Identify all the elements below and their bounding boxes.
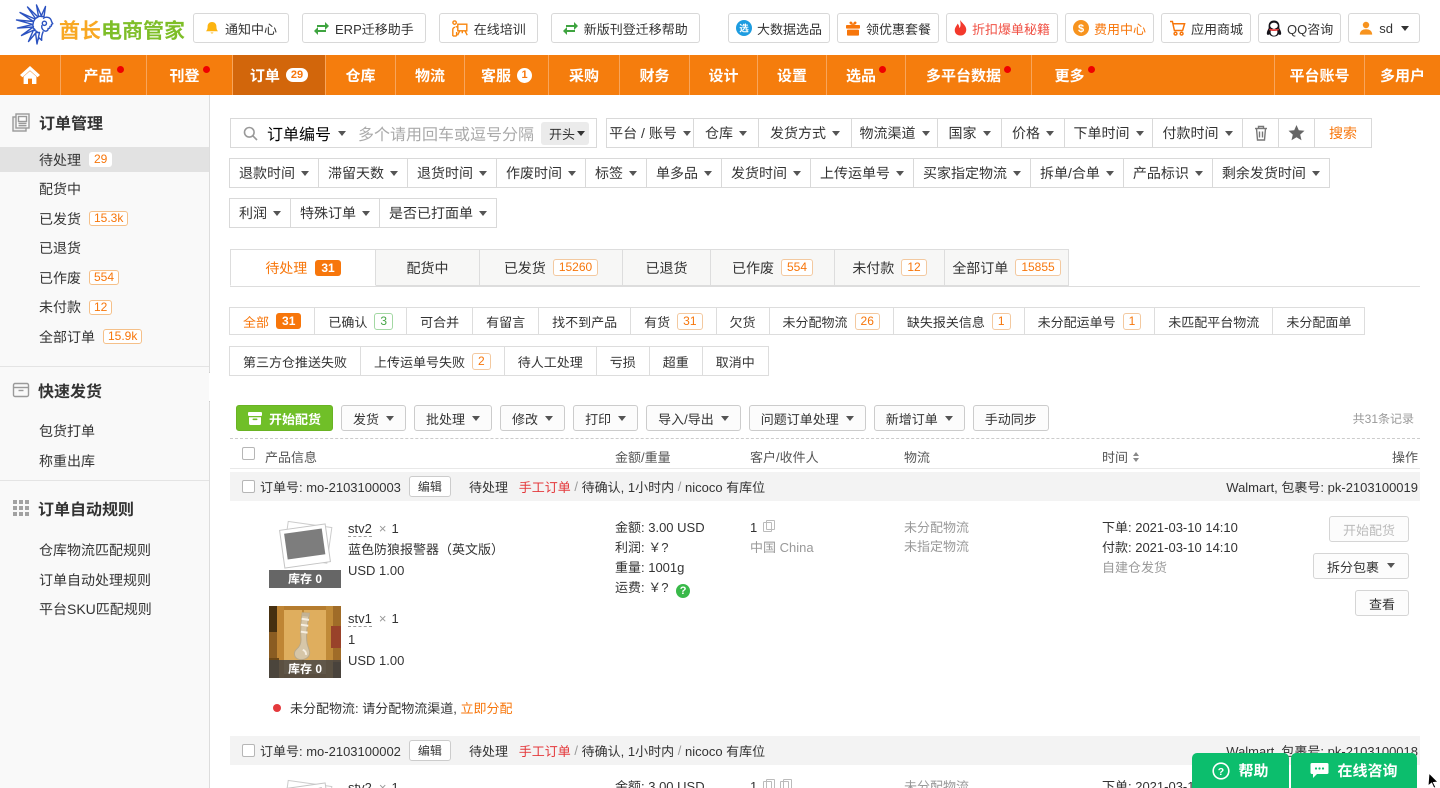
svg-text:$: $: [1078, 23, 1084, 35]
svg-text:?: ?: [1218, 766, 1224, 778]
svg-text:选: 选: [739, 23, 749, 35]
